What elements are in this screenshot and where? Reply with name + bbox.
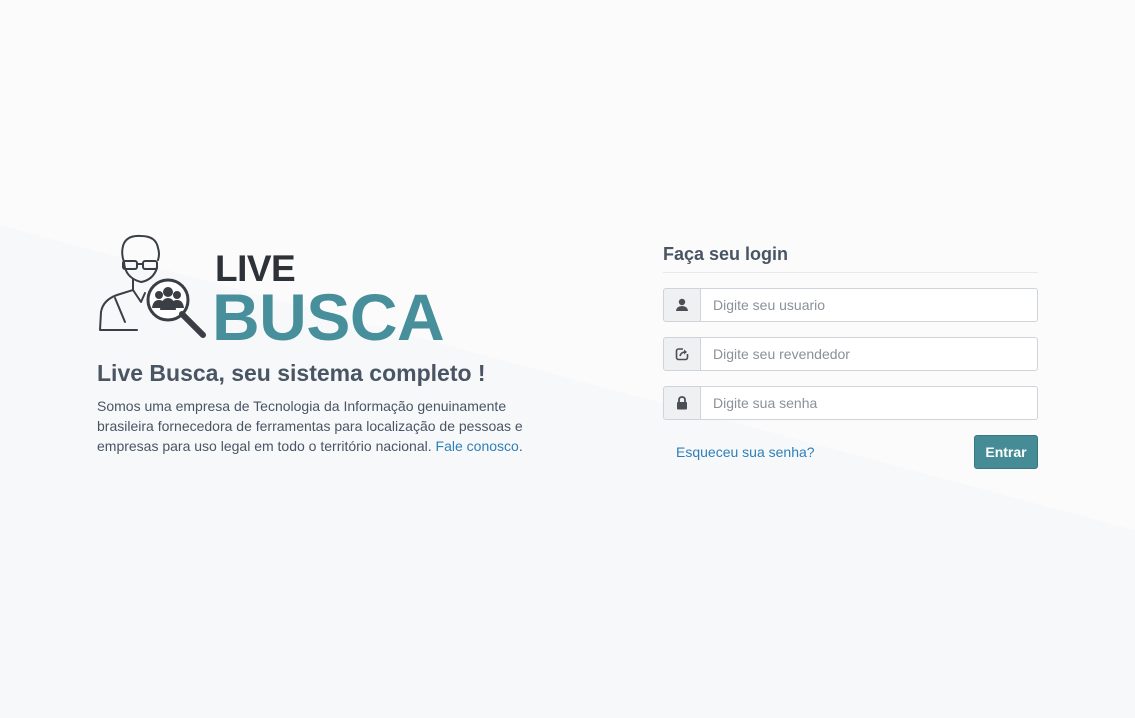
password-field-group: [663, 386, 1038, 420]
user-icon: [663, 288, 701, 322]
reseller-input[interactable]: [701, 337, 1038, 371]
submit-button[interactable]: Entrar: [974, 435, 1038, 469]
person-search-icon: [99, 234, 206, 338]
login-title: Faça seu login: [663, 244, 1038, 273]
logo: LIVE BUSCA: [97, 232, 477, 350]
username-field-group: [663, 288, 1038, 322]
password-input[interactable]: [701, 386, 1038, 420]
login-actions: Esqueceu sua senha? Entrar: [663, 435, 1038, 469]
contact-link[interactable]: Fale conosco: [436, 438, 519, 454]
forgot-password-link[interactable]: Esqueceu sua senha?: [676, 444, 815, 460]
login-form: Faça seu login Esqueceu sua senha? Entra…: [663, 244, 1038, 469]
logo-text-busca: BUSCA: [212, 280, 445, 354]
username-input[interactable]: [701, 288, 1038, 322]
tagline: Live Busca, seu sistema completo !: [97, 360, 486, 386]
company-description: Somos uma empresa de Tecnologia da Infor…: [97, 396, 537, 456]
brand-section: LIVE BUSCA Live Busca, seu sistema compl…: [97, 232, 537, 456]
lock-icon: [663, 386, 701, 420]
description-end: .: [518, 437, 523, 454]
reseller-field-group: [663, 337, 1038, 371]
share-icon: [663, 337, 701, 371]
